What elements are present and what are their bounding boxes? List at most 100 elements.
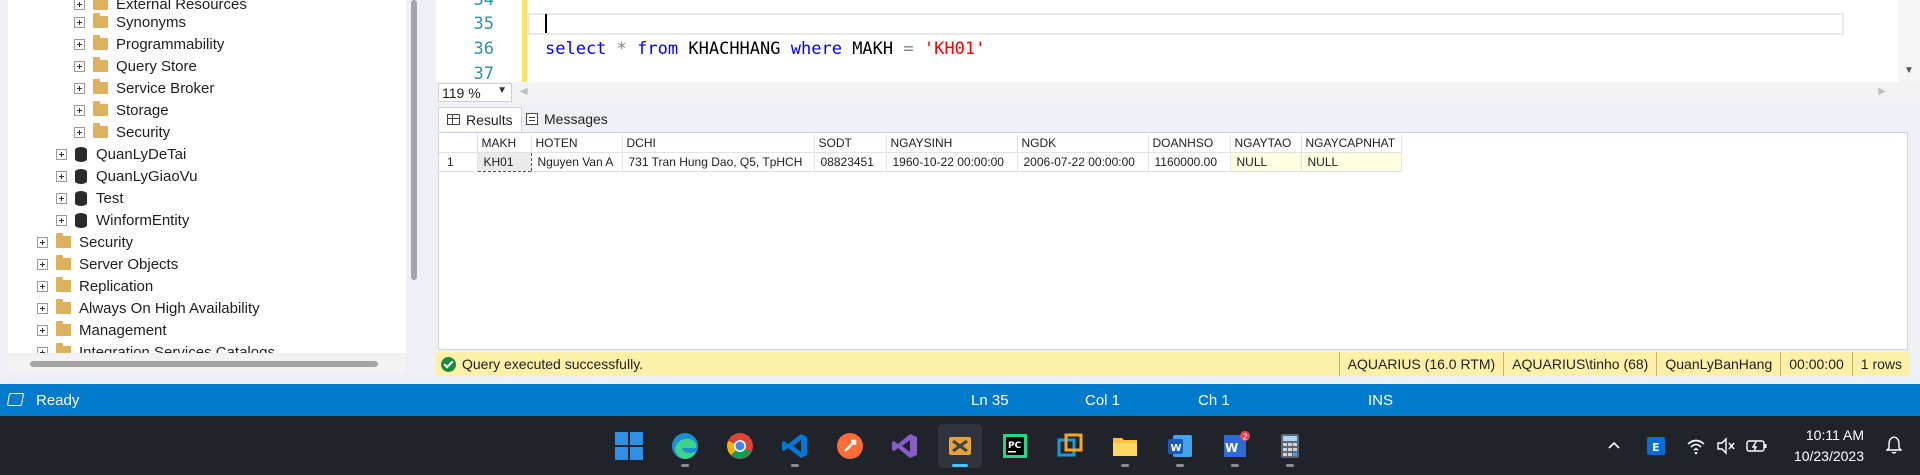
table-cell[interactable]: Nguyen Van A — [531, 152, 623, 172]
tree-item-replication[interactable]: Replication — [37, 275, 153, 297]
tree-item-winformentity[interactable]: WinformEntity — [56, 209, 189, 231]
chevron-down-icon: ▼ — [497, 85, 507, 96]
volume-muted-icon[interactable] — [1716, 416, 1736, 475]
column-header[interactable]: NGDK — [1017, 134, 1149, 153]
postman-icon[interactable] — [828, 424, 872, 468]
table-row[interactable]: 1 KH01 Nguyen Van A 731 Tran Hung Dao, Q… — [439, 151, 1402, 172]
expand-icon[interactable] — [37, 346, 48, 353]
object-explorer-vertical-scrollbar[interactable] — [409, 0, 419, 353]
ssms-icon[interactable] — [938, 424, 982, 468]
column-header[interactable]: NGAYCAPNHAT — [1301, 134, 1402, 153]
query-status-bar: Query executed successfully. AQUARIUS (1… — [436, 352, 1910, 376]
folder-icon — [93, 0, 108, 10]
scrollbar-thumb[interactable] — [30, 361, 378, 367]
tree-item-test[interactable]: Test — [56, 187, 124, 209]
vscode-icon[interactable] — [773, 424, 817, 468]
expand-icon[interactable] — [37, 280, 48, 292]
results-grid[interactable]: MAKH HOTEN DCHI SODT NGAYSINH NGDK DOANH… — [438, 132, 1908, 350]
word-icon[interactable]: W — [1158, 424, 1202, 468]
app-status-bar: Ready Ln 35 Col 1 Ch 1 INS — [0, 384, 1920, 416]
column-header[interactable]: MAKH — [477, 134, 532, 153]
column-header[interactable]: NGAYTAO — [1230, 134, 1302, 153]
tree-item-query-store[interactable]: Query Store — [74, 55, 197, 77]
table-cell[interactable]: 731 Tran Hung Dao, Q5, TpHCH — [622, 152, 815, 172]
code-line-36[interactable]: select * from KHACHHANG where MAKH = 'KH… — [545, 39, 985, 59]
column-header[interactable]: SODT — [814, 134, 887, 153]
scroll-left-arrow-icon[interactable]: ◀ — [520, 86, 528, 97]
chrome-icon[interactable] — [718, 424, 762, 468]
input-method-icon[interactable]: E — [1646, 416, 1666, 475]
tree-item-always-on[interactable]: Always On High Availability — [37, 297, 260, 319]
folder-icon — [56, 277, 71, 292]
wps-icon[interactable]: W2 — [1213, 424, 1257, 468]
tree-item-storage[interactable]: Storage — [74, 99, 169, 121]
query-editor[interactable]: 34 35 36 37 select * from KHACHHANG wher… — [436, 0, 1920, 82]
table-cell[interactable]: 1160000.00 — [1148, 152, 1231, 172]
vmware-icon[interactable] — [1048, 424, 1092, 468]
tree-item-service-broker[interactable]: Service Broker — [74, 77, 214, 99]
tree-item-security[interactable]: Security — [37, 231, 133, 253]
table-cell[interactable]: 1960-10-22 00:00:00 — [886, 152, 1018, 172]
expand-icon[interactable] — [56, 148, 67, 160]
column-header[interactable]: NGAYSINH — [886, 134, 1018, 153]
edge-icon[interactable] — [663, 424, 707, 468]
scroll-down-arrow-icon[interactable]: ▼ — [1904, 65, 1914, 76]
table-cell[interactable]: 2006-07-22 00:00:00 — [1017, 152, 1149, 172]
running-indicator — [1231, 464, 1239, 467]
expand-icon[interactable] — [74, 38, 85, 50]
start-icon[interactable] — [607, 424, 651, 468]
table-cell[interactable]: 08823451 — [814, 152, 887, 172]
windows-taskbar: PC W W2 E 10:11 AM 10/23/2023 — [0, 416, 1920, 475]
wifi-icon[interactable] — [1686, 416, 1706, 475]
expand-icon[interactable] — [74, 0, 85, 10]
tree-item-programmability[interactable]: Programmability — [74, 33, 224, 55]
table-cell[interactable]: NULL — [1230, 152, 1302, 172]
folder-icon — [93, 79, 108, 94]
expand-icon[interactable] — [56, 214, 67, 226]
scroll-right-arrow-icon[interactable]: ▶ — [1878, 86, 1886, 97]
object-explorer-horizontal-scrollbar[interactable] — [8, 355, 406, 373]
tree-item-quanlygiaovu[interactable]: QuanLyGiaoVu — [56, 165, 197, 187]
expand-icon[interactable] — [74, 126, 85, 138]
scrollbar-thumb[interactable] — [411, 0, 417, 280]
tree-item-server-objects[interactable]: Server Objects — [37, 253, 178, 275]
expand-icon[interactable] — [56, 192, 67, 204]
pane-splitter[interactable] — [426, 0, 436, 380]
table-cell[interactable]: KH01 — [476, 151, 532, 172]
tree-item-quanlydetai[interactable]: QuanLyDeTai — [56, 143, 186, 165]
expand-icon[interactable] — [37, 324, 48, 336]
expand-icon[interactable] — [74, 60, 85, 72]
pycharm-icon[interactable]: PC — [993, 424, 1037, 468]
server-name: AQUARIUS (16.0 RTM) — [1338, 352, 1504, 376]
row-number[interactable]: 1 — [439, 152, 478, 172]
show-hidden-icons-chevron-icon[interactable] — [1606, 416, 1622, 475]
file-explorer-icon[interactable] — [1103, 424, 1147, 468]
column-header[interactable]: DCHI — [622, 134, 815, 153]
column-header[interactable]: DOANHSO — [1148, 134, 1231, 153]
zoom-dropdown[interactable]: 119 % ▼ — [438, 83, 512, 102]
notification-bell-icon[interactable] — [1886, 436, 1902, 454]
expand-icon[interactable] — [37, 258, 48, 270]
expand-icon[interactable] — [74, 16, 85, 28]
visual-studio-icon[interactable] — [883, 424, 927, 468]
calculator-icon[interactable] — [1268, 424, 1312, 468]
messages-icon — [526, 113, 538, 125]
taskbar-clock[interactable]: 10:11 AM 10/23/2023 — [1794, 425, 1864, 467]
tab-messages[interactable]: Messages — [518, 107, 616, 131]
expand-icon[interactable] — [37, 302, 48, 314]
expand-icon[interactable] — [74, 104, 85, 116]
table-cell[interactable]: NULL — [1301, 152, 1402, 172]
expand-icon[interactable] — [56, 170, 67, 182]
expand-icon[interactable] — [37, 236, 48, 248]
column-header[interactable]: HOTEN — [531, 134, 623, 153]
tree-item-integration-services[interactable]: Integration Services Catalogs — [37, 341, 275, 353]
tab-results[interactable]: Results — [438, 107, 522, 131]
expand-icon[interactable] — [74, 82, 85, 94]
battery-icon[interactable] — [1746, 416, 1768, 475]
tree-item-db-security[interactable]: Security — [74, 121, 170, 143]
editor-vertical-scrollbar[interactable]: ▼ — [1898, 0, 1920, 82]
tree-item-synonyms[interactable]: Synonyms — [74, 11, 186, 33]
row-number-header[interactable] — [439, 134, 478, 153]
line-number: 35 — [473, 14, 494, 34]
tree-item-management[interactable]: Management — [37, 319, 167, 341]
